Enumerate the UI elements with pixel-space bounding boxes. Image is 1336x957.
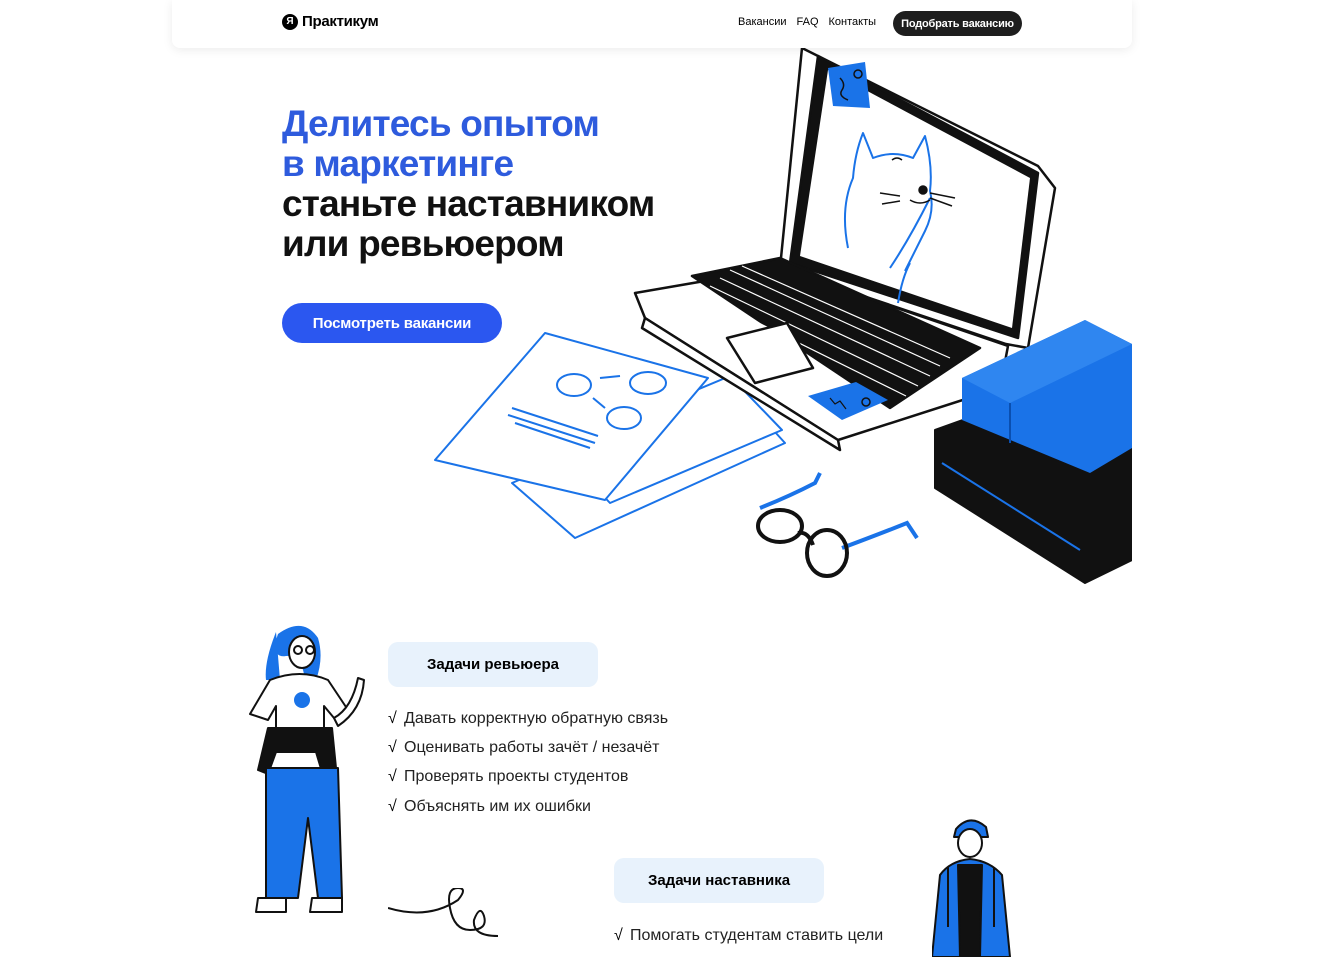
task-text: Давать корректную обратную связь: [404, 709, 669, 727]
list-item: √ Помогать студентам ставить цели: [614, 921, 883, 950]
check-icon: √: [388, 797, 397, 815]
task-text: Оценивать работы зачёт / незачёт: [404, 738, 660, 756]
check-icon: √: [388, 768, 397, 786]
laptop-illustration: [434, 48, 1132, 584]
list-item: √ Давать корректную обратную связь: [388, 704, 668, 733]
reviewer-task-list: √ Давать корректную обратную связь √ Оце…: [388, 704, 668, 821]
list-item: √ Проверять проекты студентов: [388, 763, 668, 792]
check-icon: √: [388, 709, 397, 727]
mentor-task-list: √ Помогать студентам ставить цели: [614, 921, 883, 950]
squiggle-decoration: [388, 888, 499, 937]
mentor-person-illustration: [932, 819, 1011, 957]
list-item: √ Объяснять им их ошибки: [388, 792, 668, 821]
logo-text: Практикум: [302, 13, 379, 30]
list-item: √ Оценивать работы зачёт / незачёт: [388, 733, 668, 762]
logo[interactable]: Я Практикум: [282, 13, 379, 30]
nav-link-faq[interactable]: FAQ: [797, 16, 819, 28]
nav-link-vacancies[interactable]: Вакансии: [738, 16, 787, 28]
yandex-logo-icon: Я: [282, 13, 298, 30]
check-icon: √: [388, 738, 397, 756]
nav-link-contacts[interactable]: Контакты: [829, 16, 877, 28]
task-text: Помогать студентам ставить цели: [630, 926, 884, 944]
task-text: Проверять проекты студентов: [404, 768, 629, 786]
glasses-icon: [756, 472, 919, 578]
reviewer-person-illustration: [249, 625, 365, 913]
site-header: Я Практикум Вакансии FAQ Контакты Подобр…: [172, 0, 1132, 48]
find-vacancy-button[interactable]: Подобрать вакансию: [893, 11, 1022, 36]
mentor-tasks-heading: Задачи наставника: [614, 858, 824, 903]
check-icon: √: [614, 926, 623, 944]
top-nav: Вакансии FAQ Контакты: [738, 16, 876, 28]
reviewer-tasks-heading: Задачи ревьюера: [388, 642, 598, 687]
task-text: Объяснять им их ошибки: [404, 797, 591, 815]
